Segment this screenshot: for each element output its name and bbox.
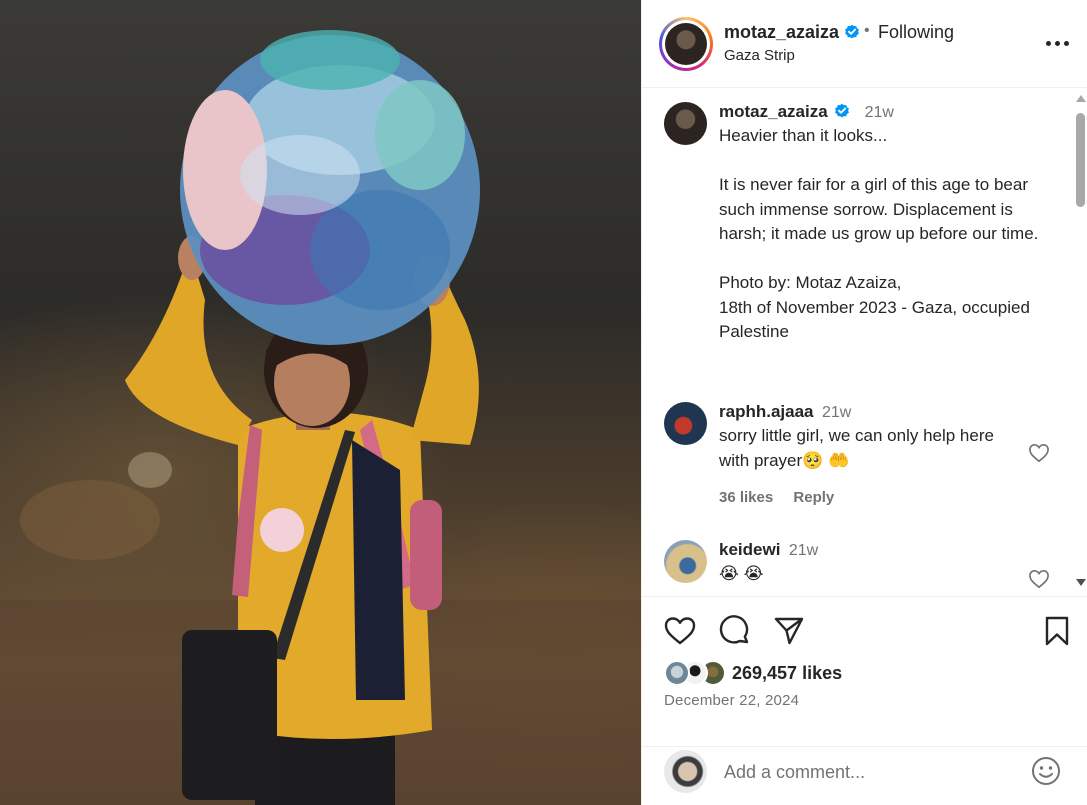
commenter-avatar[interactable] [664,540,707,583]
liker-avatar [664,660,690,686]
caption-author-avatar[interactable] [664,102,707,145]
current-user-avatar [664,750,707,793]
more-dot-icon [1063,40,1069,46]
more-options-button[interactable] [1042,30,1072,56]
add-comment-input[interactable] [724,759,1014,785]
like-heart-icon[interactable] [663,614,697,648]
comment-like-heart-icon[interactable] [1028,443,1050,463]
comments-scrollbar[interactable] [1073,93,1087,591]
photo-illustration [0,30,641,805]
add-comment-bar [642,746,1087,805]
scroll-thumb[interactable] [1076,113,1085,207]
header-separator-dot: • [864,22,870,39]
comment-like-heart-icon[interactable] [1028,569,1050,589]
reply-button[interactable]: Reply [793,489,834,506]
comment-text: sorry little girl, we can only help here… [719,426,994,470]
commenter-username[interactable]: keidewi [719,540,780,559]
post-detail-panel: motaz_azaiza • Following Gaza Strip mota… [641,0,1087,805]
post-actions: 269,457 likes December 22, 2024 [642,596,1087,746]
commenter-avatar[interactable] [664,402,707,445]
post-date[interactable]: December 22, 2024 [664,692,799,709]
post-header: motaz_azaiza • Following Gaza Strip [642,0,1087,88]
scroll-up-arrow-icon[interactable] [1076,95,1086,102]
more-dot-icon [1045,40,1051,46]
comment-likes-count[interactable]: 36 likes [719,489,773,506]
commenter-username[interactable]: raphh.ajaaa [719,402,814,421]
author-username[interactable]: motaz_azaiza [724,22,860,43]
author-username-text[interactable]: motaz_azaiza [724,22,839,42]
scroll-down-arrow-icon[interactable] [1076,579,1086,586]
author-avatar-story-ring[interactable] [659,17,713,71]
comment-bubble-icon[interactable] [718,614,752,648]
caption-time[interactable]: 21w [865,104,894,121]
share-send-icon[interactable] [772,614,806,648]
caption-username[interactable]: motaz_azaiza [719,102,828,121]
likes-count[interactable]: 269,457 likes [732,663,842,684]
comment-time[interactable]: 21w [822,404,851,421]
author-avatar[interactable] [665,23,707,65]
more-dot-icon [1054,40,1060,46]
comment-text: 😭 😭 [719,564,764,583]
verified-badge-icon [835,103,850,118]
caption-text: Heavier than it looks... It is never fai… [719,126,1039,341]
comments-list[interactable]: motaz_azaiza 21w Heavier than it looks..… [642,89,1087,595]
emoji-smiley-icon[interactable] [1030,755,1062,787]
following-button[interactable]: Following [878,22,954,43]
comment-time[interactable]: 21w [789,542,818,559]
likes-summary[interactable]: 269,457 likes [664,659,842,687]
save-bookmark-icon[interactable] [1040,614,1074,648]
post-photo [0,0,641,805]
verified-badge-icon [845,24,859,39]
post-location[interactable]: Gaza Strip [724,47,795,64]
